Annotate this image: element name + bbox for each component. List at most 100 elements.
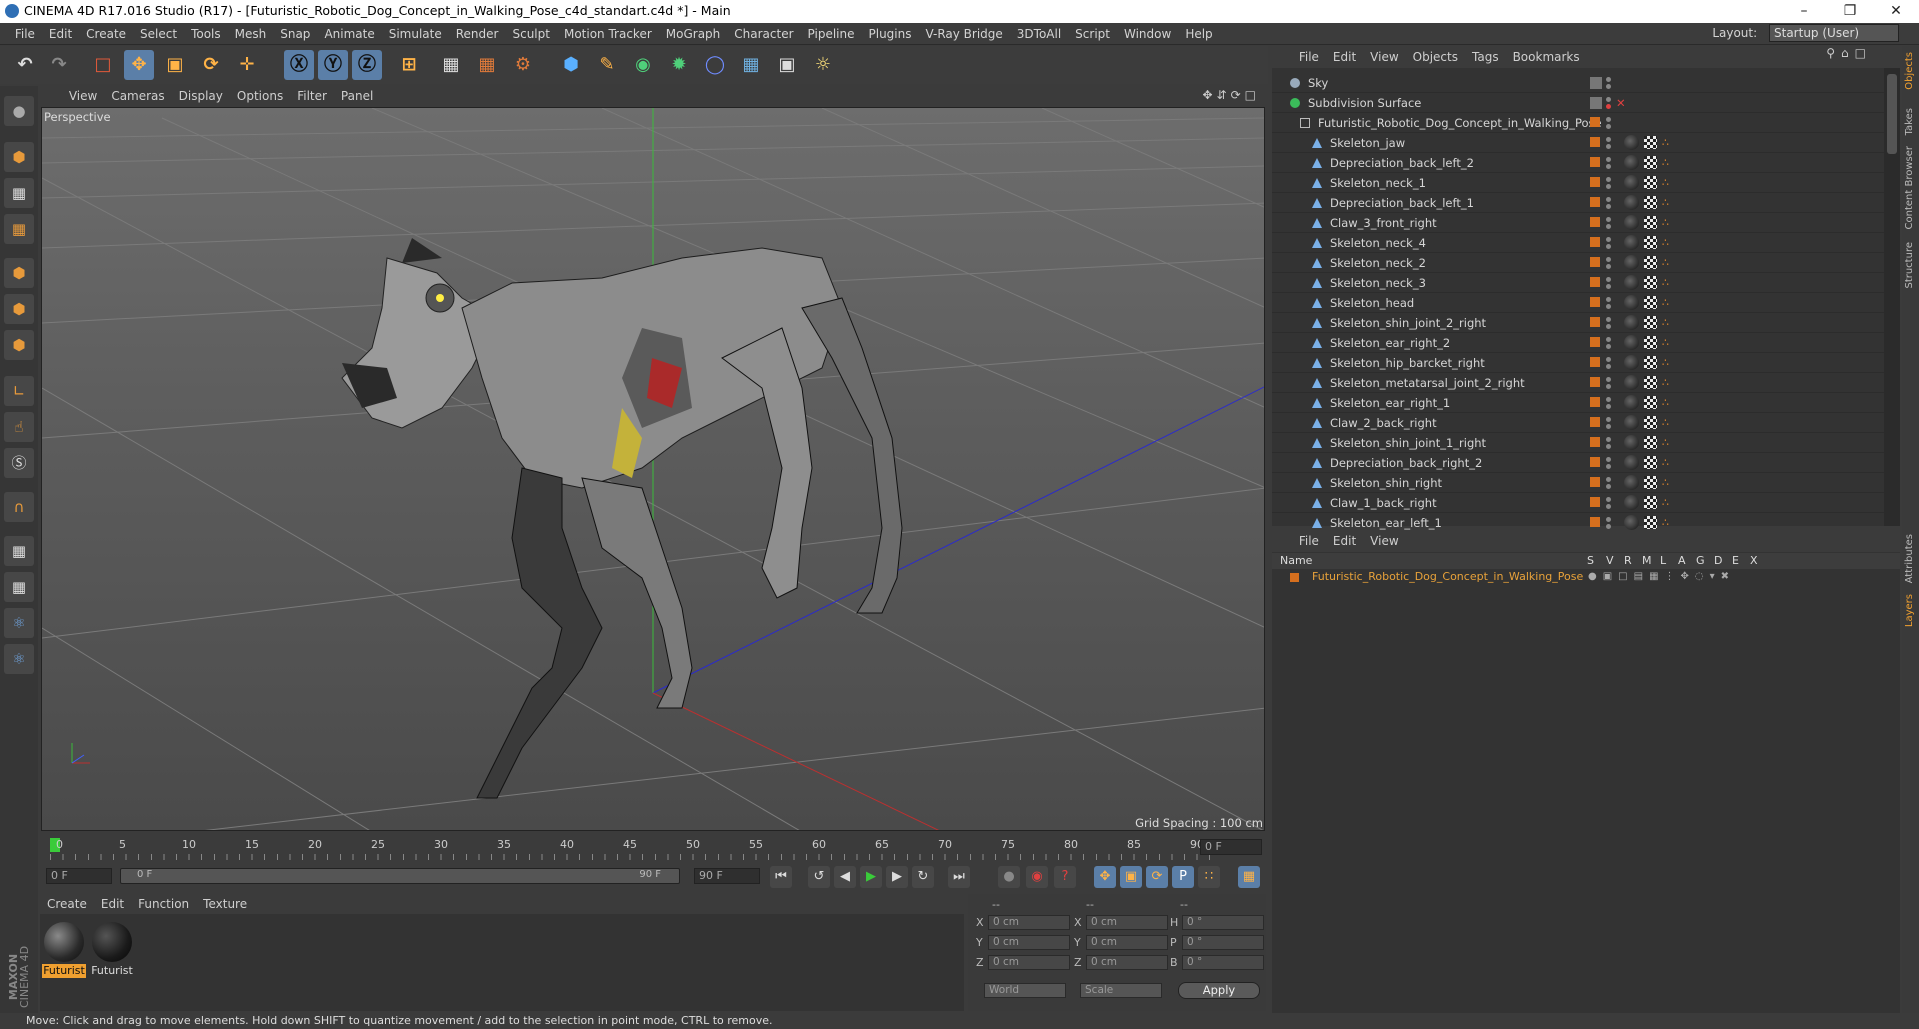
selection-tag-icon[interactable]: ∴ [1662, 476, 1675, 489]
minimize-icon[interactable]: – [1781, 0, 1827, 23]
render-visibility-dot[interactable] [1606, 304, 1611, 309]
object-row[interactable]: Depreciation_back_left_1 ∴ [1272, 193, 1884, 213]
object-name[interactable]: Skeleton_neck_2 [1330, 253, 1426, 273]
editor-visibility-dot[interactable] [1606, 177, 1611, 182]
object-list-scrollbar[interactable] [1884, 68, 1900, 526]
render-visibility-dot[interactable] [1606, 444, 1611, 449]
material-tag-icon[interactable] [1624, 395, 1639, 410]
layer-color-icon[interactable] [1590, 437, 1600, 447]
editor-visibility-dot[interactable] [1606, 377, 1611, 382]
object-row[interactable]: Skeleton_jaw ∴ [1272, 133, 1884, 153]
material-tag-icon[interactable] [1624, 255, 1639, 270]
uvw-tag-icon[interactable] [1644, 176, 1657, 189]
editor-visibility-dot[interactable] [1606, 257, 1611, 262]
object-name[interactable]: Skeleton_ear_right_2 [1330, 333, 1450, 353]
object-name[interactable]: Futuristic_Robotic_Dog_Concept_in_Walkin… [1318, 113, 1602, 133]
render-visibility-dot[interactable] [1606, 464, 1611, 469]
material-tag-icon[interactable] [1624, 495, 1639, 510]
object-row[interactable]: Claw_1_back_right ∴ [1272, 493, 1884, 513]
rotation-b-field[interactable]: 0 ° [1182, 955, 1264, 970]
object-row[interactable]: Futuristic_Robotic_Dog_Concept_in_Walkin… [1272, 113, 1884, 133]
tab-attributes[interactable]: Attributes [1904, 534, 1915, 583]
render-visibility-dot[interactable] [1606, 244, 1611, 249]
uvw-tag-icon[interactable] [1644, 296, 1657, 309]
object-name[interactable]: Skeleton_neck_3 [1330, 273, 1426, 293]
uvw-tag-icon[interactable] [1644, 496, 1657, 509]
snap-icon[interactable]: Ⓢ [4, 448, 34, 478]
rotation-p-field[interactable]: 0 ° [1182, 935, 1264, 950]
object-row[interactable]: Claw_2_back_right ∴ [1272, 413, 1884, 433]
points-mode-icon[interactable]: ⬢ [4, 258, 34, 288]
deformer-icon[interactable]: ◯ [700, 50, 730, 80]
record-keys-icon[interactable]: ● [998, 866, 1020, 888]
menu-simulate[interactable]: Simulate [382, 23, 449, 45]
planar-workplane-icon[interactable]: ▦ [4, 572, 34, 602]
editor-visibility-dot[interactable] [1606, 197, 1611, 202]
tab-structure[interactable]: Structure [1904, 242, 1915, 289]
tab-content-browser[interactable]: Content Browser [1904, 146, 1915, 229]
menu-create[interactable]: Create [79, 23, 133, 45]
selection-tag-icon[interactable]: ∴ [1662, 156, 1675, 169]
menu-sculpt[interactable]: Sculpt [505, 23, 556, 45]
material-tag-icon[interactable] [1624, 455, 1639, 470]
editor-visibility-dot[interactable] [1606, 397, 1611, 402]
object-name[interactable]: Claw_3_front_right [1330, 213, 1437, 233]
viewport-menu-options[interactable]: Options [230, 86, 290, 106]
material-tag-icon[interactable] [1624, 135, 1639, 150]
object-row[interactable]: Skeleton_ear_right_2 ∴ [1272, 333, 1884, 353]
menu-render[interactable]: Render [449, 23, 506, 45]
camera-icon[interactable]: ▣ [772, 50, 802, 80]
render-visibility-dot[interactable] [1606, 144, 1611, 149]
editor-visibility-dot[interactable] [1606, 157, 1611, 162]
object-name[interactable]: Claw_2_back_right [1330, 413, 1437, 433]
editor-visibility-dot[interactable] [1606, 117, 1611, 122]
object-name[interactable]: Subdivision Surface [1308, 93, 1421, 113]
uvw-tag-icon[interactable] [1644, 196, 1657, 209]
pen-spline-icon[interactable]: ✎ [592, 50, 622, 80]
uvw-tag-icon[interactable] [1644, 456, 1657, 469]
object-name[interactable]: Depreciation_back_right_2 [1330, 453, 1482, 473]
object-name[interactable]: Skeleton_neck_4 [1330, 233, 1426, 253]
material-menu-edit[interactable]: Edit [94, 894, 131, 914]
polygons-mode-icon[interactable]: ⬢ [4, 330, 34, 360]
workplane-mode-icon[interactable]: ▦ [4, 214, 34, 244]
object-name[interactable]: Skeleton_shin_joint_2_right [1330, 313, 1486, 333]
render-visibility-dot[interactable] [1606, 264, 1611, 269]
go-to-end-icon[interactable]: ⏭ [948, 866, 970, 888]
layer-color-icon[interactable] [1590, 237, 1600, 247]
scale-tool-icon[interactable]: ▣ [160, 50, 190, 80]
select-tool-icon[interactable]: □ [88, 50, 118, 80]
object-row[interactable]: Skeleton_metatarsal_joint_2_right ∴ [1272, 373, 1884, 393]
viewport-menu-filter[interactable]: Filter [290, 86, 334, 106]
tab-takes[interactable]: Takes [1904, 108, 1915, 135]
material-menu-texture[interactable]: Texture [196, 894, 254, 914]
render-visibility-dot[interactable] [1606, 184, 1611, 189]
material-tag-icon[interactable] [1624, 415, 1639, 430]
layers-menu-file[interactable]: File [1292, 530, 1326, 552]
objects-menu-view[interactable]: View [1363, 46, 1405, 68]
objects-menu-tags[interactable]: Tags [1465, 46, 1506, 68]
material-tag-icon[interactable] [1624, 215, 1639, 230]
menu-character[interactable]: Character [727, 23, 800, 45]
object-row[interactable]: Skeleton_neck_4 ∴ [1272, 233, 1884, 253]
object-row[interactable]: Skeleton_neck_1 ∴ [1272, 173, 1884, 193]
editor-visibility-dot[interactable] [1606, 357, 1611, 362]
layer-color-icon[interactable] [1590, 117, 1600, 127]
selection-tag-icon[interactable]: ∴ [1662, 336, 1675, 349]
selection-tag-icon[interactable]: ∴ [1662, 216, 1675, 229]
scale-mode-dropdown[interactable]: Scale [1080, 983, 1162, 998]
material-tag-icon[interactable] [1624, 355, 1639, 370]
menu-plugins[interactable]: Plugins [862, 23, 919, 45]
selection-tag-icon[interactable]: ∴ [1662, 276, 1675, 289]
render-visibility-dot[interactable] [1606, 204, 1611, 209]
layer-color-icon[interactable] [1590, 197, 1600, 207]
layer-color-icon[interactable] [1590, 177, 1600, 187]
cube-icon[interactable]: ⬢ [556, 50, 586, 80]
x-axis-icon[interactable]: Ⓧ [284, 50, 314, 80]
uvw-tag-icon[interactable] [1644, 316, 1657, 329]
timeline-ruler[interactable]: 0 5 10 15 20 25 30 35 40 45 50 55 60 65 70 75 80 85 90 0 F [40, 835, 1266, 863]
render-visibility-dot[interactable] [1606, 104, 1611, 109]
object-row[interactable]: Skeleton_neck_2 ∴ [1272, 253, 1884, 273]
frame-range-slider[interactable]: 0 F 90 F [120, 868, 680, 884]
selection-tag-icon[interactable]: ∴ [1662, 396, 1675, 409]
